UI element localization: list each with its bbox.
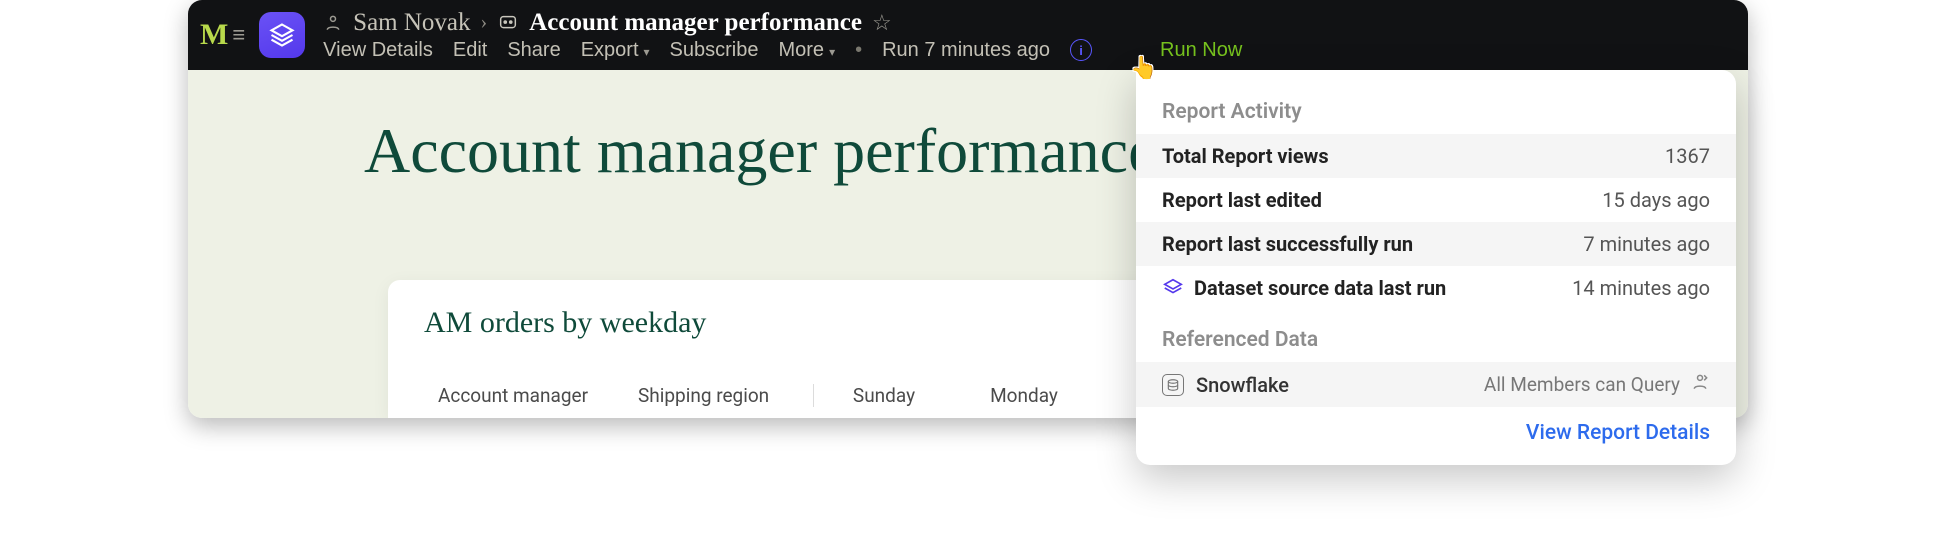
row-dataset-last-run: Dataset source data last run 14 minutes … [1136, 266, 1736, 310]
more-button[interactable]: More ▾ [778, 39, 835, 62]
view-report-details-link[interactable]: View Report Details [1526, 421, 1710, 445]
row-total-views: Total Report views 1367 [1136, 134, 1736, 178]
referenced-data-heading: Referenced Data [1136, 322, 1736, 362]
export-label: Export [581, 39, 639, 62]
breadcrumb-title[interactable]: Account manager performance [529, 9, 862, 37]
edit-button[interactable]: Edit [453, 39, 487, 62]
run-status: Run 7 minutes ago [882, 39, 1050, 62]
referenced-source-name: Snowflake [1196, 373, 1289, 397]
star-icon[interactable]: ☆ [872, 10, 892, 36]
chevron-down-icon: ▾ [829, 45, 835, 59]
more-label: More [778, 39, 824, 62]
chevron-right-icon: › [481, 11, 488, 34]
share-button[interactable]: Share [507, 39, 560, 62]
row-last-edited: Report last edited 15 days ago [1136, 178, 1736, 222]
brand-logo[interactable]: M [200, 18, 226, 52]
app-frame: M ≡ Sam Novak › [188, 0, 1748, 418]
chevron-down-icon: ▾ [644, 45, 650, 59]
subscribe-button[interactable]: Subscribe [670, 39, 759, 62]
dataset-last-run-label: Dataset source data last run [1162, 276, 1446, 300]
database-icon [1162, 374, 1184, 396]
report-activity-heading: Report Activity [1136, 94, 1736, 134]
run-now-button[interactable]: Run Now [1160, 39, 1242, 62]
header-stack: Sam Novak › Account manager performance … [323, 0, 1242, 70]
person-icon [323, 13, 343, 33]
row-last-run: Report last successfully run 7 minutes a… [1136, 222, 1736, 266]
separator-dot: • [855, 39, 862, 62]
dataset-last-run-text: Dataset source data last run [1194, 276, 1446, 300]
referenced-data-row[interactable]: Snowflake All Members can Query [1136, 362, 1736, 407]
menu-icon[interactable]: ≡ [232, 22, 245, 48]
col-sunday[interactable]: Sunday [814, 384, 954, 407]
info-icon[interactable]: i [1070, 39, 1092, 61]
last-run-value: 7 minutes ago [1583, 232, 1710, 256]
breadcrumb: Sam Novak › Account manager performance … [323, 9, 1242, 37]
dataset-icon [1162, 277, 1184, 299]
col-monday[interactable]: Monday [954, 384, 1094, 407]
share-icon[interactable] [1690, 372, 1710, 397]
top-bar: M ≡ Sam Novak › [188, 0, 1748, 70]
last-run-label: Report last successfully run [1162, 232, 1413, 256]
report-icon [497, 12, 519, 34]
col-account-manager[interactable]: Account manager [424, 384, 624, 407]
report-activity-popover: Report Activity Total Report views 1367 … [1136, 70, 1736, 465]
last-edited-label: Report last edited [1162, 188, 1322, 212]
popover-footer: View Report Details [1136, 407, 1736, 449]
logo-area: M ≡ [200, 0, 323, 70]
export-button[interactable]: Export ▾ [581, 39, 650, 62]
dataset-last-run-value: 14 minutes ago [1572, 276, 1710, 300]
toolbar: View Details Edit Share Export ▾ Subscri… [323, 39, 1242, 62]
total-views-value: 1367 [1665, 144, 1710, 168]
app-switcher-icon[interactable] [259, 12, 305, 58]
referenced-source-permission: All Members can Query [1484, 373, 1680, 396]
col-shipping-region[interactable]: Shipping region [624, 384, 814, 407]
breadcrumb-user[interactable]: Sam Novak [353, 9, 470, 37]
view-details-button[interactable]: View Details [323, 39, 433, 62]
total-views-label: Total Report views [1162, 144, 1329, 168]
last-edited-value: 15 days ago [1602, 188, 1710, 212]
